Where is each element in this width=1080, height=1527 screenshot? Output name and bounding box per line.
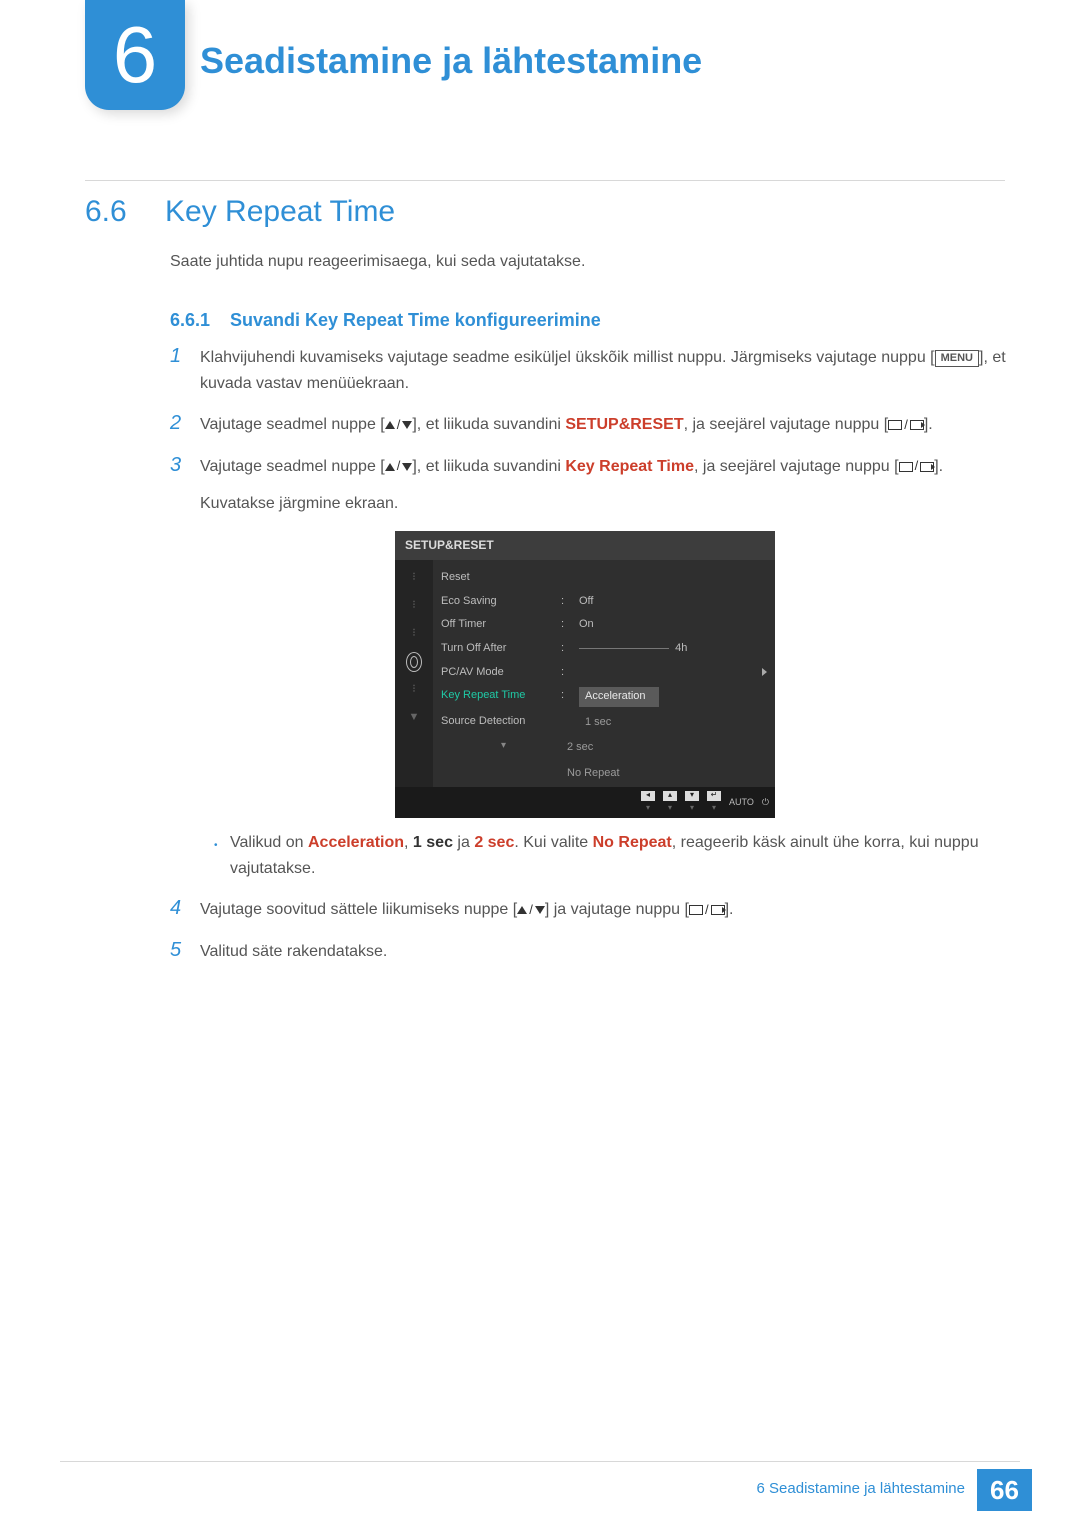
step-5: 5 Valitud säte rakendatakse. — [170, 939, 1010, 965]
text: Valikud on — [230, 834, 308, 851]
text: Vajutage seadmel nuppe [ — [200, 416, 385, 433]
osd-option-2sec: 2 sec — [561, 738, 767, 758]
osd-source-detection: Source Detection — [441, 713, 561, 733]
osd-turnoff-value: 4h — [675, 642, 687, 654]
text: Klahvijuhendi kuvamiseks vajutage seadme… — [200, 349, 935, 366]
osd-reset: Reset — [441, 569, 561, 587]
up-down-arrows-icon: / — [385, 415, 413, 436]
option-1sec: 1 sec — [413, 834, 453, 851]
step-number: 5 — [170, 939, 200, 965]
step-body: Vajutage seadmel nuppe [/], et liikuda s… — [200, 412, 933, 438]
header-divider — [85, 180, 1005, 181]
chevron-down-icon: ▾ — [441, 738, 561, 758]
osd-tabs-down: ▼ — [409, 708, 420, 728]
osd-screenshot: SETUP&RESET ⁝⁝⁝ ⁝ ▼ Reset Eco Saving:Off… — [395, 531, 775, 818]
chapter-number-badge: 6 — [85, 0, 185, 110]
step-body: Vajutage soovitud sättele liikumiseks nu… — [200, 897, 733, 923]
footer-chapter-ref: 6 Seadistamine ja lähtestamine — [757, 1480, 965, 1497]
text: ]. — [725, 901, 734, 918]
osd-pcav: PC/AV Mode — [441, 664, 561, 682]
osd-auto-label: AUTO — [729, 795, 754, 809]
osd-nav-down-icon: ▾ — [685, 791, 699, 801]
target-setup-reset: SETUP&RESET — [565, 416, 683, 433]
osd-nav-left-icon: ◂ — [641, 791, 655, 801]
step-number: 3 — [170, 454, 200, 882]
enter-buttons-icon: / — [899, 456, 935, 477]
section-title: Key Repeat Time — [165, 195, 395, 229]
up-down-arrows-icon: / — [385, 456, 413, 477]
steps-container: 1 Klahvijuhendi kuvamiseks vajutage sead… — [170, 345, 1010, 981]
text: ]. — [934, 458, 943, 475]
enter-buttons-icon: / — [689, 900, 725, 921]
osd-option-1sec: 1 sec — [579, 713, 767, 733]
step-body: Vajutage seadmel nuppe [/], et liikuda s… — [200, 454, 1010, 882]
option-2sec: 2 sec — [474, 834, 514, 851]
option-acceleration: Acceleration — [308, 834, 404, 851]
right-arrow-icon — [762, 668, 767, 676]
step-2: 2 Vajutage seadmel nuppe [/], et liikuda… — [170, 412, 1010, 438]
chapter-title: Seadistamine ja lähtestamine — [200, 40, 702, 82]
menu-button-label: MENU — [935, 350, 979, 367]
osd-bottom-bar: ◂▾ ▴▾ ▾▾ ↵▾ AUTO ⏻ — [395, 787, 775, 819]
footer-divider — [60, 1461, 1020, 1462]
osd-option-acceleration: Acceleration — [579, 687, 659, 707]
text: ], et liikuda suvandini — [412, 416, 565, 433]
osd-key-repeat-time: Key Repeat Time — [441, 687, 561, 707]
osd-nav-enter-icon: ↵ — [707, 791, 721, 801]
subsection-title: Suvandi Key Repeat Time konfigureerimine — [230, 310, 601, 331]
text: , — [404, 834, 413, 851]
gear-icon — [406, 652, 422, 672]
text: ]. — [924, 416, 933, 433]
page-number: 66 — [977, 1469, 1032, 1511]
options-note: Valikud on Acceleration, 1 sec ja 2 sec.… — [200, 830, 1010, 881]
section-number: 6.6 — [85, 195, 127, 229]
osd-offtimer: Off Timer — [441, 616, 561, 634]
text: ], et liikuda suvandini — [412, 458, 565, 475]
osd-menu: Reset Eco Saving:Off Off Timer:On Turn O… — [433, 560, 775, 786]
section-intro: Saate juhtida nupu reageerimisaega, kui … — [170, 253, 585, 271]
step-1: 1 Klahvijuhendi kuvamiseks vajutage sead… — [170, 345, 1010, 396]
osd-turnoff: Turn Off After — [441, 640, 561, 658]
text: , ja seejärel vajutage nuppu [ — [694, 458, 899, 475]
osd-side-tabs: ⁝⁝⁝ ⁝ ▼ — [395, 560, 433, 786]
step-3: 3 Vajutage seadmel nuppe [/], et liikuda… — [170, 454, 1010, 882]
step-number: 2 — [170, 412, 200, 438]
osd-option-norepeat: No Repeat — [561, 764, 767, 784]
subsection-number: 6.6.1 — [170, 310, 210, 331]
option-norepeat: No Repeat — [593, 834, 672, 851]
osd-eco-value: Off — [579, 593, 593, 611]
osd-offtimer-value: On — [579, 616, 594, 634]
text: ] ja vajutage nuppu [ — [545, 901, 689, 918]
osd-eco: Eco Saving — [441, 593, 561, 611]
step-number: 4 — [170, 897, 200, 923]
step-body: Klahvijuhendi kuvamiseks vajutage seadme… — [200, 345, 1010, 396]
up-down-arrows-icon: / — [517, 900, 545, 921]
osd-title: SETUP&RESET — [395, 531, 775, 560]
step-4: 4 Vajutage soovitud sättele liikumiseks … — [170, 897, 1010, 923]
text: , ja seejärel vajutage nuppu [ — [684, 416, 889, 433]
text: Vajutage seadmel nuppe [ — [200, 458, 385, 475]
after-text: Kuvatakse järgmine ekraan. — [200, 491, 1010, 517]
text: ja — [453, 834, 474, 851]
step-number: 1 — [170, 345, 200, 396]
power-icon: ⏻ — [762, 795, 769, 809]
step-body: Valitud säte rakendatakse. — [200, 939, 387, 965]
osd-nav-up-icon: ▴ — [663, 791, 677, 801]
target-key-repeat-time: Key Repeat Time — [565, 458, 694, 475]
text: . Kui valite — [514, 834, 592, 851]
slider-track-icon — [579, 648, 669, 649]
text: Vajutage soovitud sättele liikumiseks nu… — [200, 901, 517, 918]
enter-buttons-icon: / — [888, 415, 924, 436]
